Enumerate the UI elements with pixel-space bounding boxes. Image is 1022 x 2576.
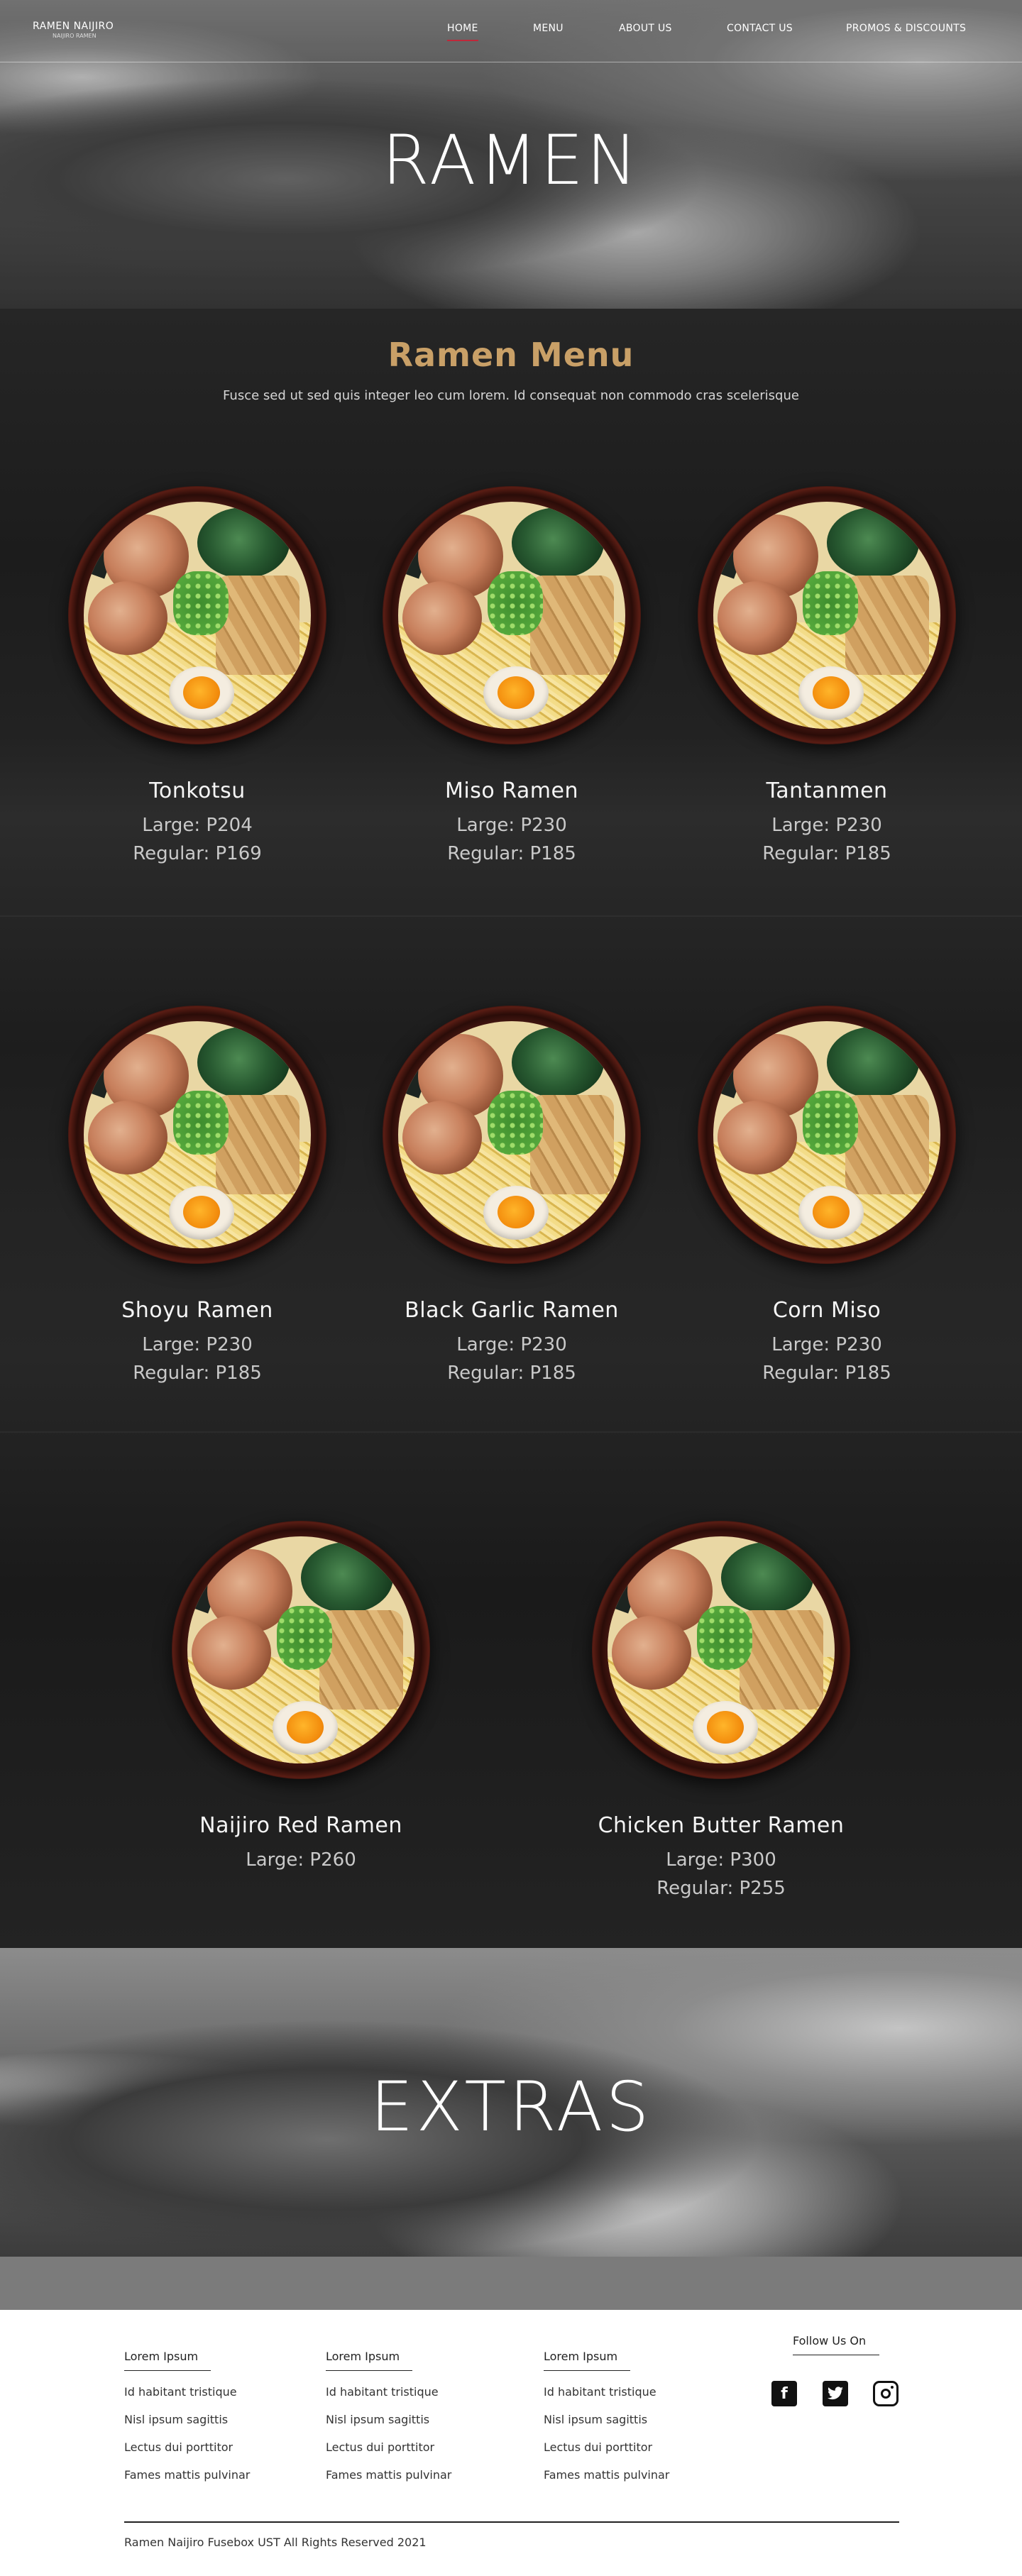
ramen-image xyxy=(172,1521,430,1779)
price-regular: Regular: P255 xyxy=(656,1878,786,1899)
ramen-image xyxy=(383,1006,641,1264)
footer-link[interactable]: Lectus dui porttitor xyxy=(544,2440,721,2454)
twitter-icon[interactable] xyxy=(823,2381,848,2406)
extras-banner: EXTRAS xyxy=(0,1948,1022,2257)
copyright: Ramen Naijiro Fusebox UST All Rights Res… xyxy=(124,2536,427,2549)
hero-banner: RAMEN NAIJIRO NAIJIRO RAMEN HOME MENU AB… xyxy=(0,0,1022,309)
hero-title: RAMEN xyxy=(382,121,640,200)
footer-divider xyxy=(124,2521,899,2523)
item-name: Corn Miso xyxy=(772,1298,881,1323)
menu-item[interactable]: Black Garlic Ramen Large: P230 Regular: … xyxy=(377,1006,647,1384)
item-name: Naijiro Red Ramen xyxy=(199,1813,402,1838)
menu-item[interactable]: Naijiro Red Ramen Large: P260 xyxy=(166,1521,436,1871)
logo-text: RAMEN NAIJIRO xyxy=(33,21,114,32)
follow-heading: Follow Us On xyxy=(793,2334,879,2355)
price-large: Large: P204 xyxy=(142,815,253,836)
price-regular: Regular: P185 xyxy=(447,843,576,864)
footer-link[interactable]: Id habitant tristique xyxy=(124,2385,302,2399)
price-large: Large: P230 xyxy=(142,1334,253,1355)
instagram-icon[interactable] xyxy=(873,2381,899,2406)
ramen-image xyxy=(698,1006,956,1264)
footer-link[interactable]: Nisl ipsum sagittis xyxy=(124,2413,302,2426)
item-name: Tonkotsu xyxy=(149,778,246,803)
footer-link[interactable]: Nisl ipsum sagittis xyxy=(544,2413,721,2426)
footer-column: Lorem Ipsum Id habitant tristique Nisl i… xyxy=(326,2350,503,2482)
price-large: Large: P230 xyxy=(771,815,882,836)
item-name: Miso Ramen xyxy=(444,778,578,803)
logo[interactable]: RAMEN NAIJIRO NAIJIRO RAMEN xyxy=(33,21,114,39)
divider xyxy=(0,1431,1022,1433)
footer-link[interactable]: Nisl ipsum sagittis xyxy=(326,2413,503,2426)
price-large: Large: P300 xyxy=(666,1849,776,1871)
nav-promos[interactable]: PROMOS & DISCOUNTS xyxy=(846,23,966,34)
item-name: Tantanmen xyxy=(766,778,888,803)
ramen-image xyxy=(68,486,326,744)
extras-title: EXTRAS xyxy=(370,2067,652,2147)
footer-column: Lorem Ipsum Id habitant tristique Nisl i… xyxy=(124,2350,302,2482)
menu-item[interactable]: Corn Miso Large: P230 Regular: P185 xyxy=(692,1006,962,1384)
follow-section: Follow Us On xyxy=(793,2334,906,2355)
menu-item[interactable]: Tantanmen Large: P230 Regular: P185 xyxy=(692,486,962,864)
ramen-image xyxy=(592,1521,850,1779)
price-regular: Regular: P185 xyxy=(762,1363,891,1384)
nav-about[interactable]: ABOUT US xyxy=(619,23,672,34)
gray-strip xyxy=(0,2257,1022,2310)
footer-link[interactable]: Lectus dui porttitor xyxy=(124,2440,302,2454)
footer-link[interactable]: Fames mattis pulvinar xyxy=(544,2468,721,2482)
item-name: Black Garlic Ramen xyxy=(405,1298,619,1323)
top-nav: RAMEN NAIJIRO NAIJIRO RAMEN HOME MENU AB… xyxy=(0,0,1022,62)
ramen-image xyxy=(383,486,641,744)
section-title: Ramen Menu xyxy=(388,336,634,374)
nav-contact[interactable]: CONTACT US xyxy=(727,23,793,34)
footer-column: Lorem Ipsum Id habitant tristique Nisl i… xyxy=(544,2350,721,2482)
footer-heading: Lorem Ipsum xyxy=(124,2350,211,2371)
price-regular: Regular: P169 xyxy=(133,843,262,864)
footer-heading: Lorem Ipsum xyxy=(326,2350,412,2371)
footer-link[interactable]: Fames mattis pulvinar xyxy=(326,2468,503,2482)
footer-link[interactable]: Fames mattis pulvinar xyxy=(124,2468,302,2482)
price-large: Large: P230 xyxy=(771,1334,882,1355)
divider xyxy=(0,915,1022,917)
nav-home[interactable]: HOME xyxy=(447,23,478,41)
footer-link[interactable]: Id habitant tristique xyxy=(326,2385,503,2399)
ramen-image xyxy=(68,1006,326,1264)
footer-link[interactable]: Lectus dui porttitor xyxy=(326,2440,503,2454)
item-name: Chicken Butter Ramen xyxy=(598,1813,845,1838)
price-large: Large: P230 xyxy=(456,815,567,836)
footer: Lorem Ipsum Id habitant tristique Nisl i… xyxy=(0,2310,1022,2576)
item-name: Shoyu Ramen xyxy=(121,1298,273,1323)
price-large: Large: P230 xyxy=(456,1334,567,1355)
price-large: Large: P260 xyxy=(246,1849,356,1871)
logo-tagline: NAIJIRO RAMEN xyxy=(53,33,97,39)
menu-item[interactable]: Tonkotsu Large: P204 Regular: P169 xyxy=(62,486,332,864)
footer-heading: Lorem Ipsum xyxy=(544,2350,630,2371)
ramen-menu-section: Ramen Menu Fusce sed ut sed quis integer… xyxy=(0,309,1022,1948)
ramen-image xyxy=(698,486,956,744)
price-regular: Regular: P185 xyxy=(762,843,891,864)
section-subtitle: Fusce sed ut sed quis integer leo cum lo… xyxy=(223,388,799,403)
menu-item[interactable]: Miso Ramen Large: P230 Regular: P185 xyxy=(377,486,647,864)
menu-item[interactable]: Shoyu Ramen Large: P230 Regular: P185 xyxy=(62,1006,332,1384)
footer-link[interactable]: Id habitant tristique xyxy=(544,2385,721,2399)
menu-item[interactable]: Chicken Butter Ramen Large: P300 Regular… xyxy=(586,1521,856,1899)
facebook-icon[interactable]: f xyxy=(771,2381,797,2406)
price-regular: Regular: P185 xyxy=(447,1363,576,1384)
price-regular: Regular: P185 xyxy=(133,1363,262,1384)
nav-menu[interactable]: MENU xyxy=(533,23,564,34)
